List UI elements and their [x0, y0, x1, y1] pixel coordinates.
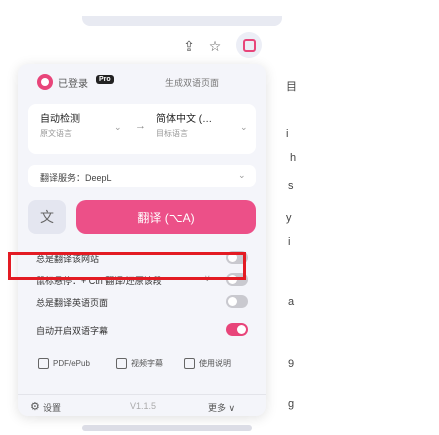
translate-popup: 已登录 Pro 生成双语页面 自动检测 原文语言 ⌄ → 简体中文 (… 目标语…	[18, 64, 266, 416]
setting-label: 总是翻译英语页面	[36, 298, 109, 308]
swap-arrow-icon[interactable]: →	[135, 120, 146, 132]
target-language-value: 简体中文 (…	[156, 114, 213, 125]
page-text-fragment: 目	[286, 81, 297, 93]
setting-auto-bilingual-subtitles: 自动开启双语字幕	[28, 322, 256, 338]
target-language-label: 目标语言	[156, 129, 188, 138]
translate-button[interactable]: 翻译 (⌥A)	[76, 200, 256, 234]
chevron-down-icon: ⌄	[240, 122, 248, 132]
translation-service-label: 翻译服务：DeepL	[40, 173, 112, 183]
popup-header: 已登录 Pro 生成双语页面	[18, 64, 266, 98]
gear-icon[interactable]: ⚙	[30, 400, 40, 413]
setting-label: 自动开启双语字幕	[36, 326, 109, 336]
pro-badge: Pro	[96, 75, 114, 84]
page-text-fragment: s	[288, 180, 294, 192]
page-text-fragment: i	[288, 236, 291, 248]
more-menu[interactable]: 更多 ∨	[208, 401, 235, 414]
tools-bar: PDF/ePub 视频字幕 使用说明	[28, 356, 256, 376]
page-text-fragment: 9	[288, 358, 295, 370]
star-icon[interactable]: ☆	[203, 34, 227, 58]
page-text-fragment: i	[286, 128, 289, 140]
language-selector: 自动检测 原文语言 ⌄ → 简体中文 (… 目标语言 ⌄	[28, 104, 256, 154]
page-text-fragment: h	[290, 152, 297, 164]
doc-icon	[184, 358, 195, 369]
highlight-box	[8, 252, 246, 280]
page-text-fragment: y	[286, 212, 292, 224]
tool-label: 使用说明	[199, 359, 231, 368]
target-language-select[interactable]: 简体中文 (… 目标语言	[156, 110, 246, 139]
version-label: V1.1.5	[130, 401, 157, 411]
tool-label: 视频字幕	[131, 359, 163, 368]
toggle-switch[interactable]	[226, 295, 248, 308]
login-status: 已登录	[58, 79, 88, 90]
translate-mode-icon[interactable]: 文	[28, 200, 66, 234]
translation-service-select[interactable]: 翻译服务：DeepL ⌄	[28, 165, 256, 187]
video-subtitle-tool[interactable]: 视频字幕	[116, 358, 163, 369]
generate-bilingual-link[interactable]: 生成双语页面	[165, 76, 219, 89]
browser-toolbar: ⇪ ☆	[0, 28, 439, 68]
logo-icon	[37, 74, 53, 90]
toggle-switch[interactable]	[226, 323, 248, 336]
chevron-down-icon: ⌄	[238, 170, 246, 180]
page-text-fragment: g	[288, 398, 295, 410]
extension-icon[interactable]	[236, 32, 262, 58]
subtitle-icon	[116, 358, 127, 369]
share-icon[interactable]: ⇪	[177, 34, 201, 58]
pdf-epub-tool[interactable]: PDF/ePub	[38, 358, 90, 369]
popup-footer: ⚙ 设置 V1.1.5 更多 ∨	[18, 394, 266, 415]
book-icon	[38, 358, 49, 369]
page-text-fragment: a	[288, 296, 295, 308]
scroll-indicator	[82, 425, 252, 431]
chevron-down-icon: ⌄	[114, 122, 122, 132]
browser-tab-strip	[82, 16, 282, 26]
setting-always-translate-english: 总是翻译英语页面	[28, 294, 256, 310]
help-tool[interactable]: 使用说明	[184, 358, 231, 369]
settings-link[interactable]: 设置	[43, 401, 61, 414]
tool-label: PDF/ePub	[53, 359, 90, 368]
